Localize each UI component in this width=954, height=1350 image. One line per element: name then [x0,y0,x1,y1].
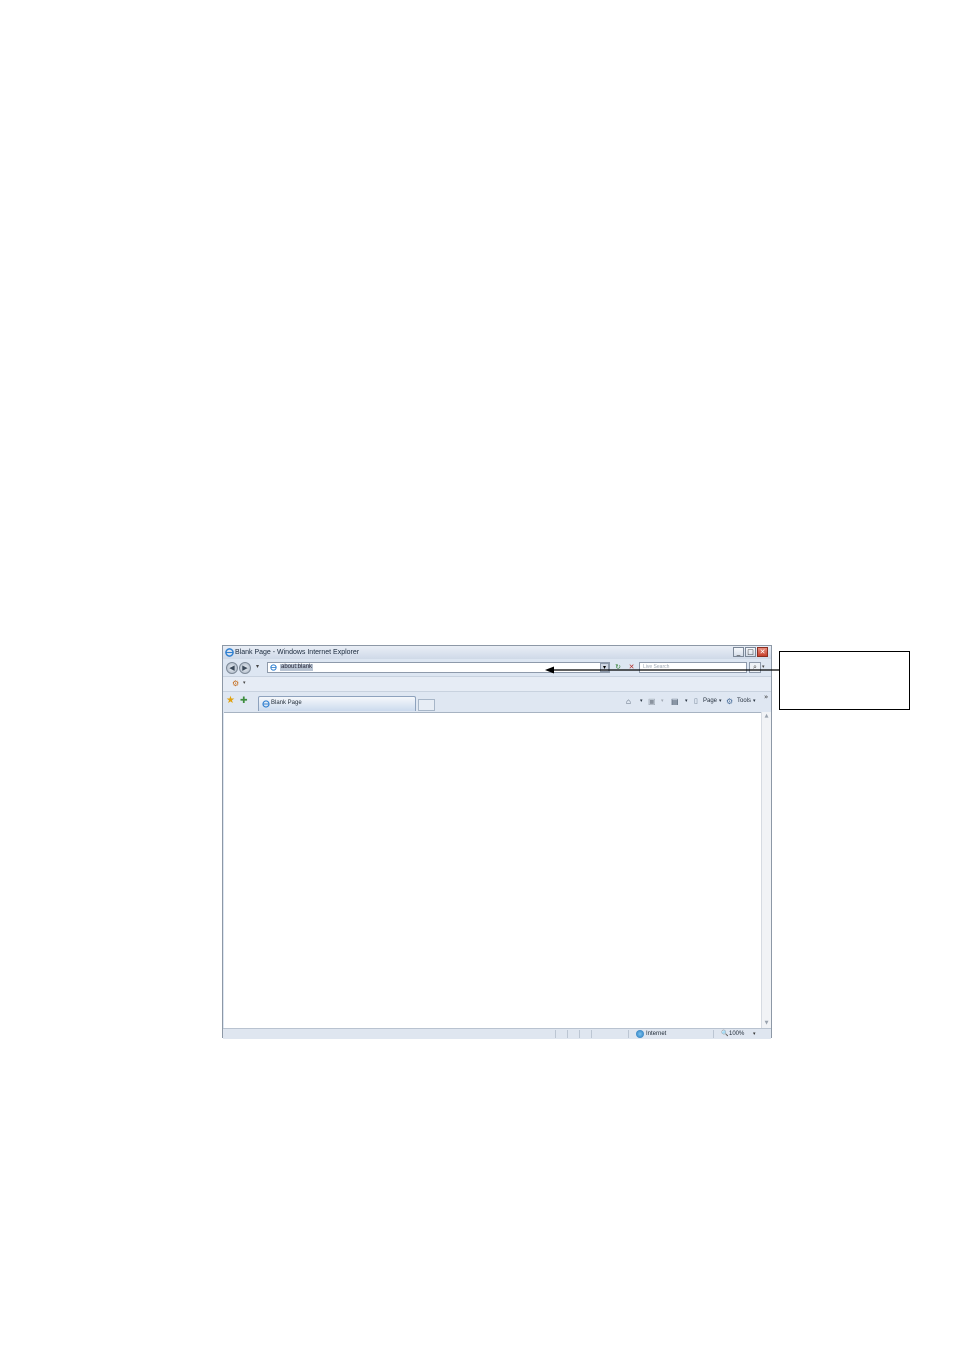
status-bar: Internet 🔍 100% ▾ [223,1028,771,1039]
tab-bar: ★ ✚ Blank Page ⌂ ▾ ▣ ▾ ▤ ▾ ▯ Page ▾ ⚙ To… [223,691,771,712]
scroll-up-icon[interactable]: ▲ [762,712,771,721]
vertical-scrollbar[interactable]: ▲ ▼ [761,712,771,1028]
feeds-icon[interactable]: ▣ [648,697,656,706]
status-divider [555,1030,556,1038]
add-favorites-icon[interactable]: ✚ [240,696,248,706]
recent-pages-dropdown[interactable]: ▾ [256,663,259,670]
status-divider [628,1030,629,1038]
print-dropdown[interactable]: ▾ [685,697,688,706]
more-commands-chevron-icon[interactable]: » [764,693,768,701]
page-content-area[interactable] [224,712,761,1029]
window-title: Blank Page - Windows Internet Explorer [235,649,360,656]
status-divider [591,1030,592,1038]
zoom-icon[interactable]: 🔍 [721,1029,728,1039]
ie-logo-icon [225,648,234,657]
tab-blank-page[interactable]: Blank Page [258,696,416,711]
callout-box [779,651,910,710]
globe-icon [636,1030,644,1038]
title-bar[interactable]: Blank Page - Windows Internet Explorer _… [223,646,771,659]
new-tab-button[interactable] [418,699,435,711]
tools-menu-button[interactable]: Tools [737,697,751,706]
close-button[interactable]: ✕ [757,647,768,657]
forward-button[interactable]: ▶ [239,662,251,674]
home-icon[interactable]: ⌂ [626,697,631,706]
address-input[interactable]: about:blank [280,664,314,671]
status-divider [713,1030,714,1038]
ie-window: Blank Page - Windows Internet Explorer _… [222,645,772,1039]
status-divider [567,1030,568,1038]
print-icon[interactable]: ▤ [671,697,679,706]
tools-gear-icon[interactable]: ⚙ [726,697,733,706]
status-divider [579,1030,580,1038]
favorites-star-icon[interactable]: ★ [226,696,235,706]
tools-menu-dropdown[interactable]: ▾ [753,697,756,706]
feeds-dropdown[interactable]: ▾ [661,697,664,706]
zoom-dropdown[interactable]: ▾ [753,1029,756,1039]
page-menu-button[interactable]: Page [703,697,717,706]
page-menu-dropdown[interactable]: ▾ [719,697,722,706]
maximize-button[interactable]: □ [745,647,756,657]
links-bar: ⚙ ▾ [223,676,771,691]
links-dropdown[interactable]: ▾ [243,680,246,686]
callout-arrow [545,666,781,674]
toolbar-icon[interactable]: ⚙ [232,679,239,688]
page-icon [262,700,270,708]
scroll-down-icon[interactable]: ▼ [762,1019,771,1028]
zoom-level[interactable]: 100% [729,1029,744,1039]
minimize-button[interactable]: _ [733,647,744,657]
tab-label: Blank Page [271,700,302,706]
home-dropdown[interactable]: ▾ [640,697,643,706]
page-menu-icon[interactable]: ▯ [694,697,698,706]
page-icon [270,664,277,671]
security-zone-label[interactable]: Internet [646,1029,666,1039]
back-button[interactable]: ◀ [226,662,238,674]
